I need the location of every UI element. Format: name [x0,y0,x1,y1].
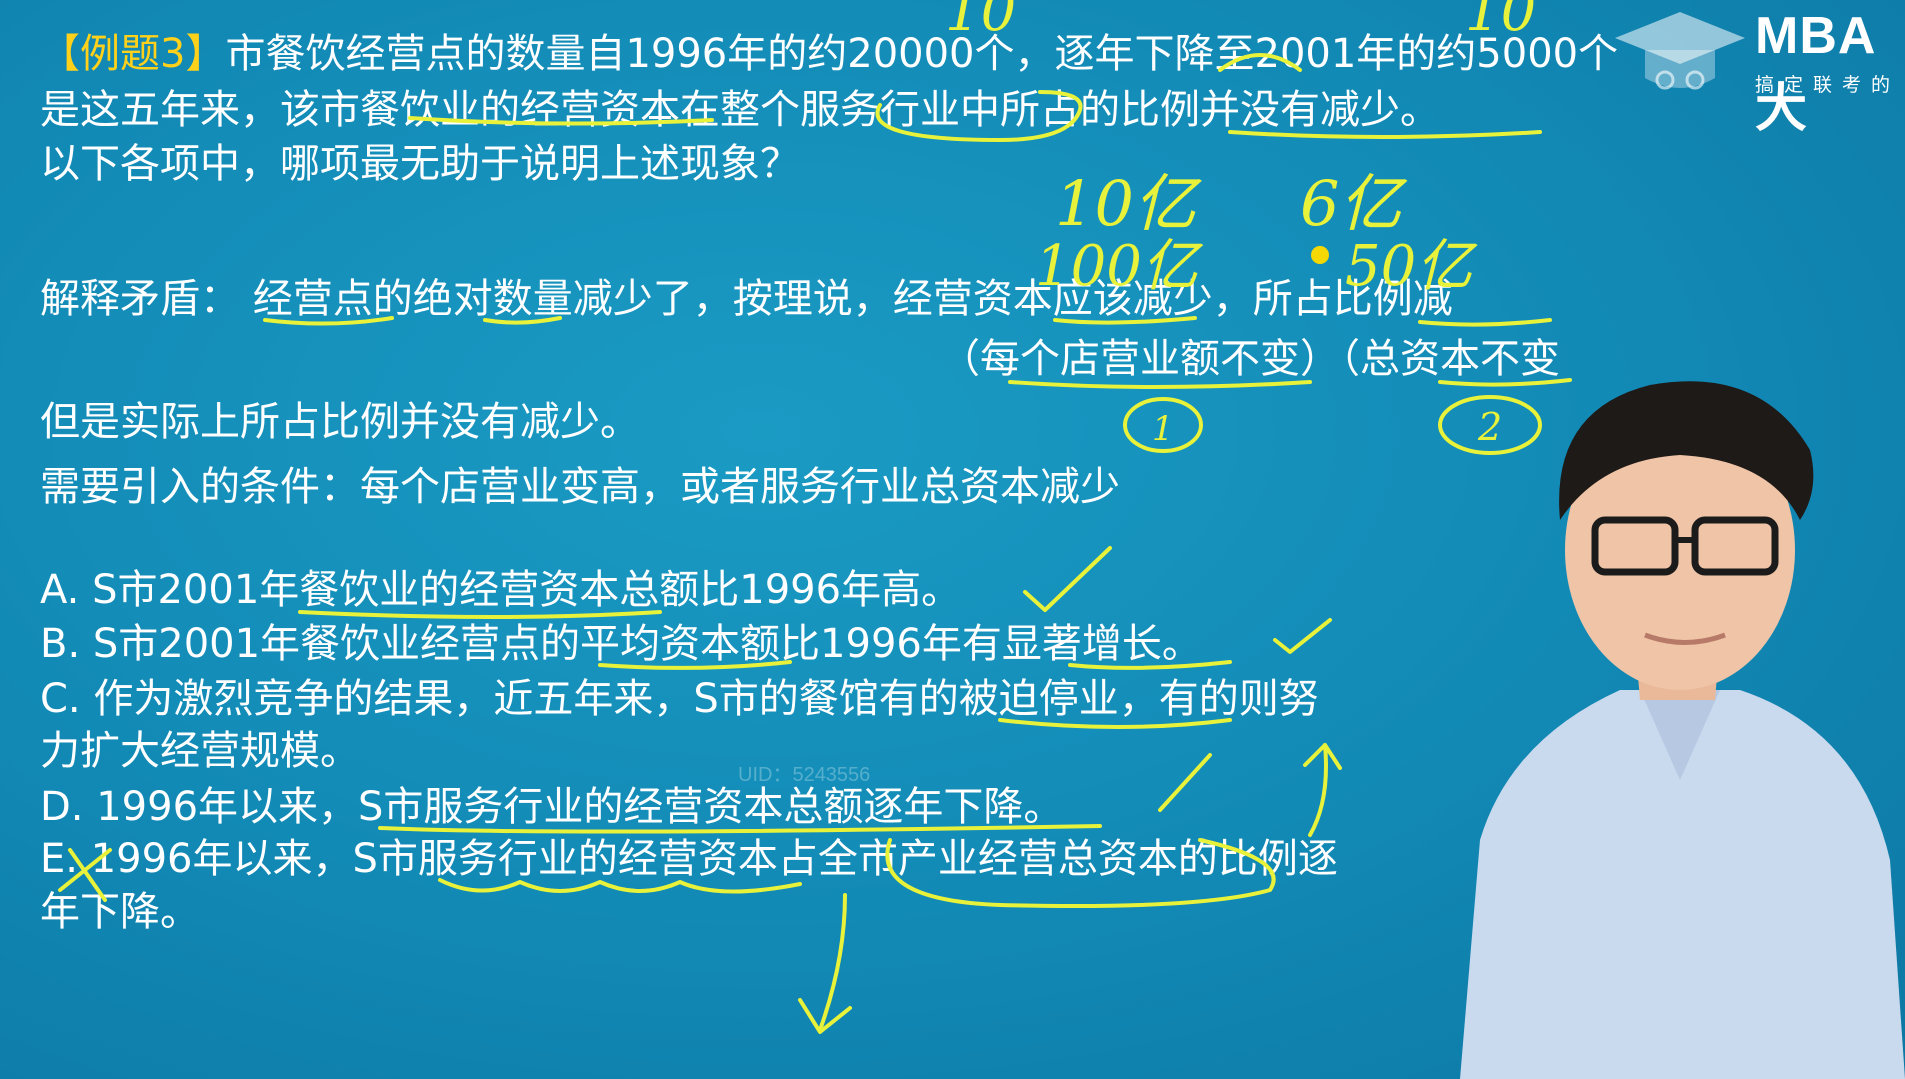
hw-arrow-up [1303,743,1342,837]
hw-check-a [1023,546,1112,612]
hw-check-d [1158,753,1212,812]
option-e: E. 1996年以来，S市服务行业的经营资本占全市产业经营总资本的比例逐 [40,836,1338,882]
hw-check-b [1273,618,1332,654]
mba-logo: MBA大 搞定联考的 [1605,0,1905,138]
option-c: C. 作为激烈竞争的结果，近五年来，S市的餐馆有的被迫停业，有的则努 [40,676,1319,722]
question-line-2: 是这五年来，该市餐饮业的经营资本在整个服务行业中所占的比例并没有减少。 [40,87,1440,133]
uid-watermark: UID：5243556 [738,764,871,786]
option-c-cont: 力扩大经营规模。 [40,728,360,774]
hw-value-a1: 10亿 [1055,167,1202,240]
logo-subtitle: 搞定联考的 [1755,74,1901,96]
question-line-3: 以下各项中，哪项最无助于说明上述现象？ [40,141,800,187]
analysis-line-3: 但是实际上所占比例并没有减少。 [40,399,640,445]
hw-circle-1-label: 1 [1152,409,1174,449]
analysis-line-4: 需要引入的条件：每个店营业变高，或者服务行业总资本减少 [40,464,1120,510]
option-e-cont: 年下降。 [40,889,200,935]
hw-arrow-down [798,893,852,1034]
option-b: B. S市2001年餐饮业经营点的平均资本额比1996年有显著增长。 [40,621,1202,667]
hw-dot [1311,246,1329,264]
hw-value-b1: 6亿 [1300,167,1407,240]
graduation-cap-icon [1615,12,1745,90]
hw-circle-1 [1123,397,1203,453]
question-tag: 【例题3】 [40,31,226,77]
analysis-line-1: 解释矛盾： 经营点的绝对数量减少了，按理说，经营资本应该减少，所占比例减 [40,276,1453,322]
option-d: D. 1996年以来，S市服务行业的经营资本总额逐年下降。 [40,784,1064,830]
option-a: A. S市2001年餐饮业的经营资本总额比1996年高。 [40,567,962,613]
presenter-image [1460,381,1905,1079]
question-text-1: 市餐饮经营点的数量自1996年的约20000个，逐年下降至2001年的约5000… [225,31,1619,77]
question-line-1: 【例题3】市餐饮经营点的数量自1996年的约20000个，逐年下降至2001年的… [40,30,1618,78]
